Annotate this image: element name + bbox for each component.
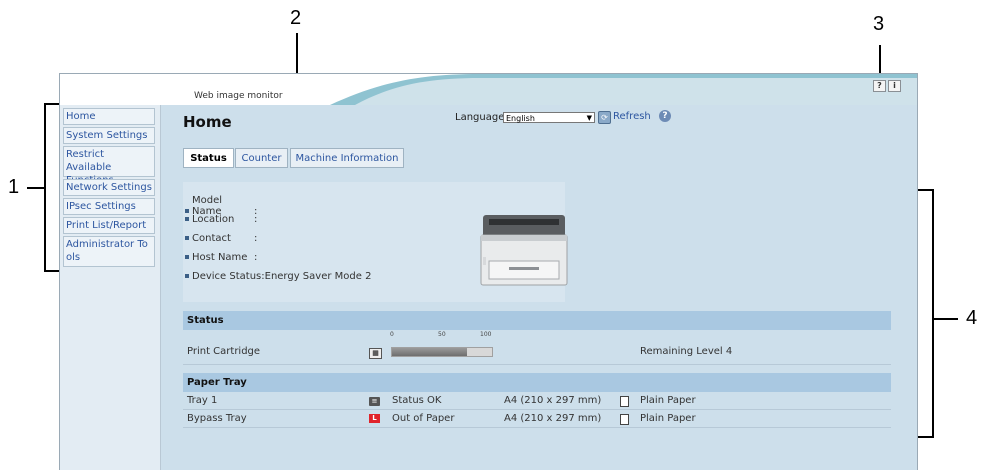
app-title: Web image monitor: [194, 91, 283, 101]
tray-ok-icon: ≡: [369, 397, 380, 406]
bullet-icon: [185, 274, 189, 278]
sidebar-item-system-settings[interactable]: System Settings: [63, 127, 155, 144]
tray-1-status: Status OK: [392, 395, 442, 406]
device-info-device-status: Device Status:Energy Saver Mode 2: [185, 271, 371, 282]
tray-1-type: Plain Paper: [640, 395, 696, 406]
callout-2: 2: [290, 7, 302, 29]
sidebar-item-administrator-tools[interactable]: Administrator Tools: [63, 236, 155, 267]
web-image-monitor-window: Web image monitor ? i Home System Settin…: [59, 73, 918, 470]
main-content: Home Language English ▼ ⟳ Refresh ? Stat…: [161, 105, 917, 470]
help-icon[interactable]: ?: [659, 110, 671, 122]
sidebar: Home System Settings Restrict Available …: [60, 105, 161, 470]
bullet-icon: [185, 217, 189, 221]
bypass-tray-name: Bypass Tray: [187, 413, 247, 424]
print-cartridge-label: Print Cartridge: [187, 346, 261, 357]
callout-3: 3: [873, 13, 885, 35]
sidebar-item-network-settings[interactable]: Network Settings: [63, 179, 155, 196]
paper-icon: [620, 396, 629, 407]
callout-4-bracket-v: [932, 189, 934, 437]
bypass-tray-type: Plain Paper: [640, 413, 696, 424]
callout-4: 4: [966, 307, 978, 329]
header-bar: Web image monitor ? i: [60, 74, 917, 105]
tray-divider: [183, 409, 891, 410]
paper-tray-section-header: Paper Tray: [183, 373, 891, 392]
callout-1: 1: [8, 176, 20, 198]
scale-tick-100: 100: [480, 331, 492, 338]
tab-machine-information[interactable]: Machine Information: [290, 148, 404, 168]
toner-level-fill: [392, 348, 467, 356]
device-info-contact: Contact:: [185, 233, 257, 244]
toner-icon: ▦: [369, 348, 382, 359]
sidebar-item-restrict-available-functions[interactable]: Restrict Available Functions: [63, 146, 155, 186]
status-divider: [183, 364, 891, 365]
page-title: Home: [183, 113, 232, 131]
callout-1-leader: [27, 187, 45, 189]
remaining-level: Remaining Level 4: [640, 346, 733, 357]
tab-counter[interactable]: Counter: [235, 148, 288, 168]
help-icon[interactable]: ?: [873, 80, 886, 92]
bypass-divider: [183, 427, 891, 428]
language-select[interactable]: English ▼: [503, 112, 595, 123]
sidebar-item-ipsec-settings[interactable]: IPsec Settings: [63, 198, 155, 215]
chevron-down-icon: ▼: [586, 114, 592, 122]
header-swoosh: [330, 74, 917, 105]
status-section-header: Status: [183, 311, 891, 330]
sidebar-item-print-list-report[interactable]: Print List/Report: [63, 217, 155, 234]
callout-1-bracket-v: [44, 103, 46, 271]
scale-tick-50: 50: [438, 331, 446, 338]
bullet-icon: [185, 255, 189, 259]
language-select-value: English: [506, 114, 535, 123]
tab-status[interactable]: Status: [183, 148, 234, 168]
bypass-tray-status: Out of Paper: [392, 413, 455, 424]
refresh-link[interactable]: Refresh: [613, 111, 651, 122]
tray-1-size: A4 (210 x 297 mm): [504, 395, 602, 406]
printer-image: [480, 215, 568, 286]
tray-1-name: Tray 1: [187, 395, 218, 406]
device-info-host-name: Host Name:: [185, 252, 257, 263]
info-icon[interactable]: i: [888, 80, 901, 92]
bypass-tray-size: A4 (210 x 297 mm): [504, 413, 602, 424]
callout-4-leader: [932, 318, 958, 320]
device-info-location: Location:: [185, 214, 257, 225]
out-of-paper-icon: L: [369, 414, 380, 423]
bullet-icon: [185, 209, 189, 213]
language-label: Language: [455, 112, 505, 123]
sidebar-item-home[interactable]: Home: [63, 108, 155, 125]
paper-icon: [620, 414, 629, 425]
toner-level-bar: [391, 347, 493, 357]
bullet-icon: [185, 236, 189, 240]
refresh-icon[interactable]: ⟳: [598, 111, 611, 124]
scale-tick-0: 0: [390, 331, 394, 338]
